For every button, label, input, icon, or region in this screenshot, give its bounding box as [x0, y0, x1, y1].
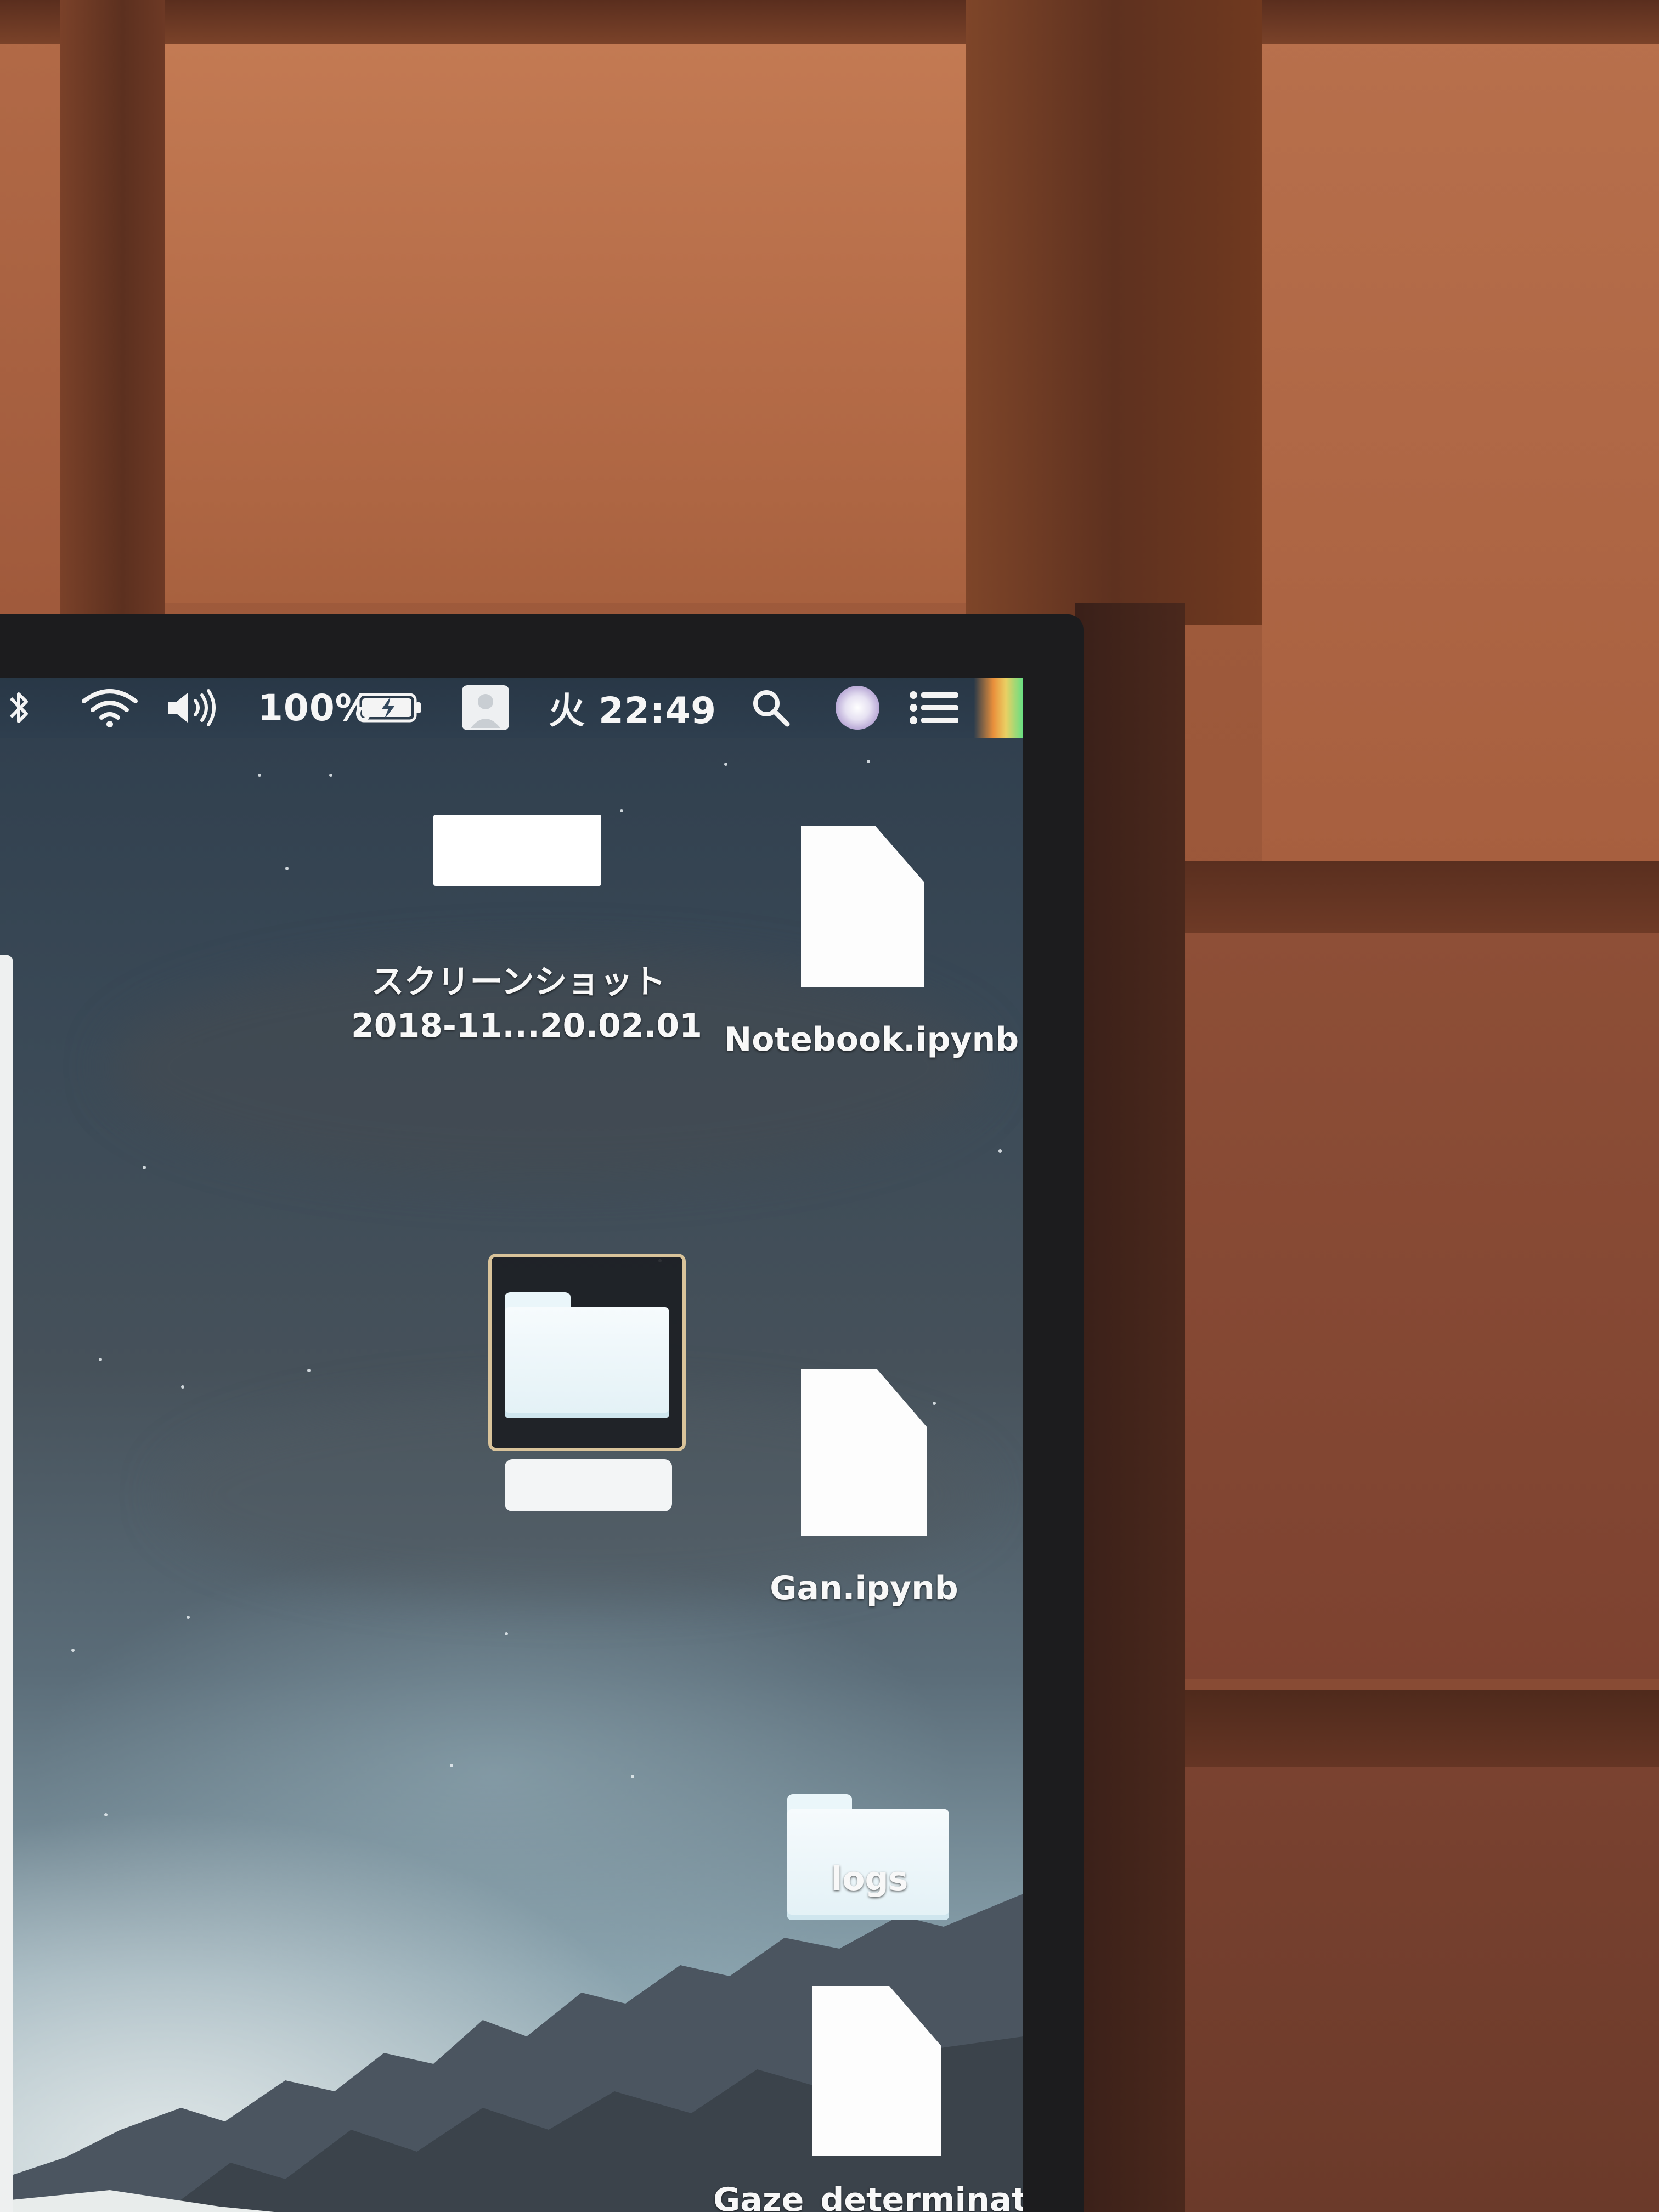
gaze-file-label[interactable]: Gaze_determinator: [713, 2178, 1023, 2212]
wallpaper-star: [620, 809, 623, 812]
wallpaper-star: [71, 1649, 75, 1652]
wallpaper-star: [329, 774, 332, 777]
shoji-frame: [1152, 1690, 1659, 1767]
shoji-pane: [0, 22, 60, 614]
wallpaper-star: [258, 774, 261, 777]
siri-icon[interactable]: [834, 678, 883, 738]
wallpaper-star: [505, 1632, 508, 1635]
shoji-frame: [1075, 603, 1185, 2212]
shoji-pane: [165, 44, 966, 603]
gan-file-label[interactable]: Gan.ipynb: [746, 1566, 982, 1610]
wallpaper-star: [998, 1149, 1002, 1153]
wallpaper-star: [450, 1764, 453, 1767]
volume-icon[interactable]: [165, 678, 225, 738]
user-icon[interactable]: [461, 678, 513, 738]
logs-folder-label[interactable]: logs: [790, 1857, 949, 1901]
screenshot-label-line2[interactable]: 2018-11...20.02.01: [351, 1004, 702, 1048]
battery-percentage: 100%: [258, 686, 372, 729]
bluetooth-icon[interactable]: [5, 678, 44, 738]
wallpaper-star: [724, 763, 727, 766]
wifi-icon[interactable]: [80, 678, 145, 738]
notification-center-icon[interactable]: [908, 678, 963, 738]
folder-icon[interactable]: [505, 1292, 669, 1418]
wallpaper-star: [104, 1813, 108, 1816]
wallpaper-star: [307, 1369, 311, 1372]
shoji-frame: [966, 0, 1262, 625]
menu-bar: 100% 火 22:49: [0, 678, 1023, 738]
wallpaper-star: [99, 1358, 102, 1361]
search-icon[interactable]: [749, 678, 793, 738]
shoji-frame: [60, 0, 165, 625]
notebook-file-label[interactable]: Notebook.ipynb: [724, 1018, 1019, 1062]
selected-folder-name-field[interactable]: [505, 1459, 672, 1511]
shoji-pane: [1185, 933, 1659, 1679]
wallpaper-star: [631, 1775, 634, 1778]
shoji-pane: [1174, 1767, 1659, 2212]
battery-icon[interactable]: [357, 678, 428, 738]
wallpaper-star: [181, 1385, 184, 1389]
screenshot-label-line1[interactable]: スクリーンショット: [351, 960, 686, 1004]
screen-glare: [974, 678, 1023, 738]
shoji-frame: [0, 0, 1659, 44]
wallpaper-star: [285, 867, 289, 870]
wallpaper-star: [187, 1616, 190, 1619]
shoji-frame: [1158, 861, 1659, 933]
wallpaper-star: [867, 760, 870, 763]
menu-bar-clock[interactable]: 火 22:49: [549, 678, 716, 738]
laptop-screen: 100% 火 22:49 スクリーンショット 2018-11...20.02.0…: [0, 678, 1023, 2212]
background-window-edge[interactable]: [0, 955, 13, 2212]
wallpaper-star: [933, 1402, 936, 1405]
wallpaper-star: [143, 1166, 146, 1169]
shoji-pane: [1262, 22, 1659, 861]
screenshot-thumbnail-icon[interactable]: [433, 815, 601, 886]
